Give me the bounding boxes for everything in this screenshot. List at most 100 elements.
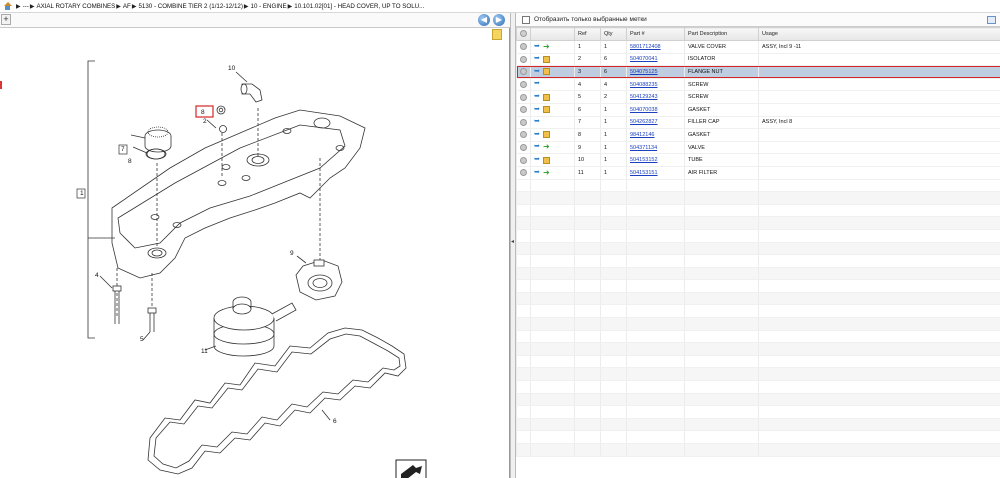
add-to-cart-icon[interactable]: [543, 106, 550, 114]
row-info-cell[interactable]: [516, 40, 531, 54]
navigate-icon[interactable]: ➥: [534, 156, 541, 163]
row-info-cell[interactable]: [516, 90, 531, 104]
breadcrumb-item[interactable]: 5130 - COMBINE TIER 2 (1/12-12/12): [138, 3, 242, 10]
part-number-link[interactable]: 98412146: [626, 128, 685, 142]
home-icon[interactable]: [3, 1, 12, 11]
collapse-arrow-icon[interactable]: ◂: [511, 238, 515, 248]
callout-2[interactable]: 2: [203, 118, 207, 125]
info-icon[interactable]: [520, 131, 527, 139]
add-to-cart-icon[interactable]: [543, 68, 550, 76]
add-to-cart-icon[interactable]: [543, 156, 550, 164]
row-info-cell[interactable]: [516, 153, 531, 167]
next-drawing-button[interactable]: ▶: [493, 14, 505, 26]
navigate-icon[interactable]: ➥: [534, 169, 541, 176]
show-selected-only-checkbox[interactable]: [522, 15, 530, 24]
table-row-selected[interactable]: ➥ 3 6 504075125 FLANGE NUT: [516, 65, 1000, 79]
callout-5[interactable]: 5: [140, 336, 144, 343]
breadcrumb-item[interactable]: AF: [123, 3, 131, 10]
info-icon[interactable]: [520, 43, 527, 51]
row-actions-cell: ➥: [530, 53, 575, 67]
part-number-link[interactable]: 504070038: [626, 103, 685, 117]
callout-7[interactable]: 7: [121, 146, 125, 153]
empty-row: [516, 367, 1000, 382]
info-icon[interactable]: [520, 81, 527, 89]
navigate-icon[interactable]: ➥: [534, 93, 541, 100]
breadcrumb-item[interactable]: 10 - ENGINE: [251, 3, 287, 10]
add-to-cart-icon[interactable]: [543, 93, 550, 101]
empty-row: [516, 342, 1000, 356]
callout-8-selected[interactable]: 8: [201, 109, 205, 116]
info-icon[interactable]: [520, 156, 527, 164]
header-qty[interactable]: Qty: [600, 27, 627, 41]
row-info-cell[interactable]: [516, 141, 531, 155]
navigate-icon[interactable]: ➥: [534, 131, 541, 138]
breadcrumb-item[interactable]: AXIAL ROTARY COMBINES: [36, 3, 115, 10]
assembly-icon[interactable]: ➜: [543, 42, 551, 50]
row-info-cell[interactable]: [516, 53, 531, 67]
table-row[interactable]: ➥ 4 4 504088235 SCREW: [516, 78, 1000, 92]
callout-11[interactable]: 11: [201, 348, 208, 355]
part-number-link[interactable]: 504153151: [626, 166, 685, 180]
zoom-in-button[interactable]: +: [1, 14, 11, 25]
table-row[interactable]: ➥ ➜ 9 1 504371134 VALVE: [516, 141, 1000, 155]
info-icon[interactable]: [520, 55, 527, 63]
row-info-cell[interactable]: [516, 166, 531, 180]
callout-9[interactable]: 9: [290, 250, 294, 257]
row-info-cell[interactable]: [516, 103, 531, 117]
info-icon[interactable]: [520, 93, 527, 101]
info-icon[interactable]: [520, 106, 527, 114]
navigate-icon[interactable]: ➥: [534, 55, 541, 62]
table-row[interactable]: ➥ 6 1 504070038 GASKET: [516, 103, 1000, 117]
assembly-icon[interactable]: ➜: [543, 143, 551, 151]
breadcrumb-arrow-icon: ▶: [243, 3, 249, 10]
part-number-link[interactable]: 504262827: [626, 116, 685, 130]
navigate-icon[interactable]: ➥: [534, 80, 541, 87]
part-number-link[interactable]: 504153152: [626, 153, 685, 167]
breadcrumb-arrow-icon: ▶: [131, 3, 137, 10]
part-number-link[interactable]: 504088235: [626, 78, 685, 92]
header-usage[interactable]: Usage: [758, 27, 1000, 41]
table-row[interactable]: ➥ 10 1 504153152 TUBE: [516, 153, 1000, 167]
callout-6[interactable]: 6: [333, 418, 337, 425]
navigate-icon[interactable]: ➥: [534, 106, 541, 113]
table-row[interactable]: ➥ ➜ 11 1 504153151 AIR FILTER: [516, 166, 1000, 180]
callout-8[interactable]: 8: [128, 158, 132, 165]
part-number-link[interactable]: 5801712408: [626, 40, 685, 54]
part-number-link[interactable]: 504129243: [626, 90, 685, 104]
navigate-icon[interactable]: ➥: [534, 68, 541, 75]
info-icon[interactable]: [520, 144, 527, 152]
add-to-cart-icon[interactable]: [543, 131, 550, 139]
table-row[interactable]: ➥ ➜ 1 1 5801712408 VALVE COVER ASSY, Incl 9 -1…: [516, 40, 1000, 54]
callout-1[interactable]: 1: [80, 190, 84, 197]
add-to-cart-icon[interactable]: [543, 55, 550, 63]
navigate-icon[interactable]: ➥: [534, 118, 541, 125]
ref-cell: 8: [574, 128, 601, 142]
list-view-icon[interactable]: [987, 16, 996, 24]
info-icon[interactable]: [520, 169, 527, 177]
row-info-cell[interactable]: [516, 65, 531, 79]
assembly-icon[interactable]: ➜: [543, 168, 551, 176]
info-icon[interactable]: [520, 118, 527, 126]
navigate-icon[interactable]: ➥: [534, 43, 541, 50]
previous-drawing-button[interactable]: ◀: [478, 14, 490, 26]
part-number-link[interactable]: 504371134: [626, 141, 685, 155]
breadcrumb-item[interactable]: ---: [23, 3, 29, 10]
header-part-number[interactable]: Part #: [626, 27, 685, 41]
info-icon[interactable]: [520, 68, 527, 76]
callout-10[interactable]: 10: [228, 65, 236, 72]
table-row[interactable]: ➥ 7 1 504262827 FILLER CAP ASSY, Incl 8: [516, 116, 1000, 130]
header-ref[interactable]: Ref: [574, 27, 601, 41]
table-row[interactable]: ➥ 5 2 504129243 SCREW: [516, 90, 1000, 104]
part-number-link[interactable]: 504070041: [626, 53, 685, 67]
description-cell: GASKET: [684, 128, 759, 142]
part-number-link[interactable]: 504075125: [626, 65, 685, 79]
row-info-cell[interactable]: [516, 78, 531, 92]
navigate-icon[interactable]: ➥: [534, 143, 541, 150]
row-info-cell[interactable]: [516, 128, 531, 142]
header-description[interactable]: Part Description: [684, 27, 759, 41]
row-info-cell[interactable]: [516, 116, 531, 130]
table-row[interactable]: ➥ 8 1 98412146 GASKET: [516, 128, 1000, 142]
back-to-overview-icon[interactable]: [395, 459, 427, 478]
table-row[interactable]: ➥ 2 6 504070041 ISOLATOR: [516, 53, 1000, 67]
callout-4[interactable]: 4: [95, 272, 99, 279]
